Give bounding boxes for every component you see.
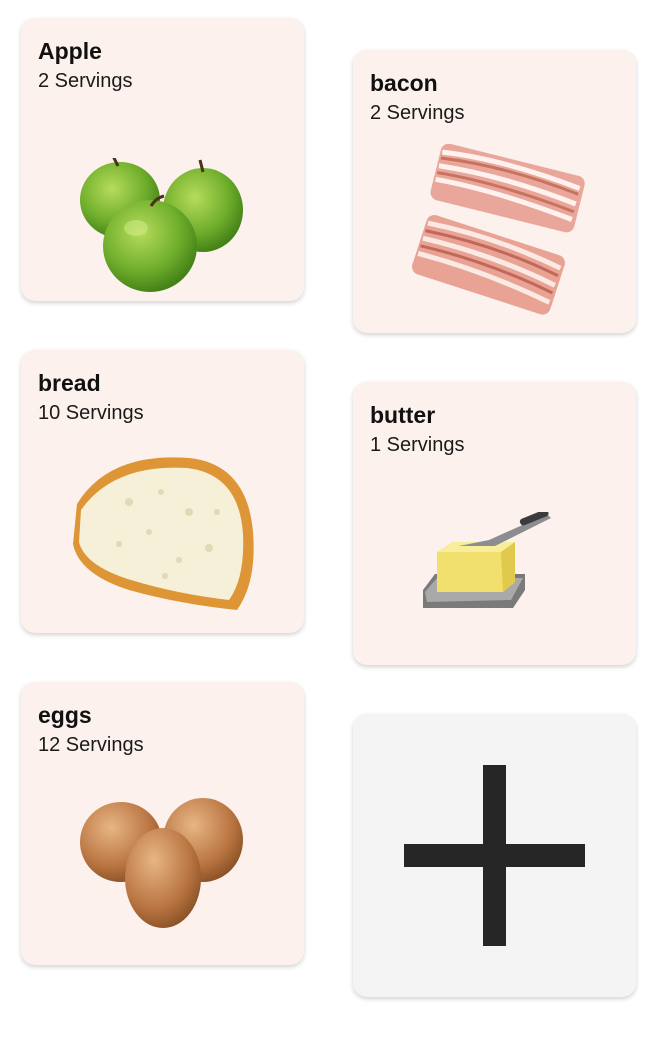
- food-card-butter[interactable]: butter 1 Servings: [353, 382, 636, 665]
- food-name: Apple: [38, 38, 102, 64]
- food-card-bacon[interactable]: bacon 2 Servings: [353, 50, 636, 333]
- bacon-icon: [412, 144, 585, 315]
- food-servings: 10 Servings: [38, 402, 144, 424]
- food-card-eggs[interactable]: eggs 12 Servings: [21, 682, 304, 965]
- bread-icon: [73, 457, 254, 610]
- food-name: eggs: [38, 702, 92, 728]
- food-servings: 2 Servings: [38, 70, 133, 92]
- food-name: bread: [38, 370, 101, 396]
- eggs-icon: [80, 798, 243, 928]
- food-servings: 1 Servings: [370, 434, 465, 456]
- plus-icon: [404, 765, 585, 946]
- food-name: butter: [370, 402, 436, 428]
- food-card-bread[interactable]: bread 10 Servings: [21, 350, 304, 633]
- add-item-button[interactable]: [353, 714, 636, 997]
- butter-icon: [423, 512, 551, 608]
- food-name: bacon: [370, 70, 438, 96]
- apple-icon: [80, 158, 243, 292]
- food-servings: 12 Servings: [38, 734, 144, 756]
- food-card-apple[interactable]: Apple 2 Servings: [21, 18, 304, 301]
- food-servings: 2 Servings: [370, 102, 465, 124]
